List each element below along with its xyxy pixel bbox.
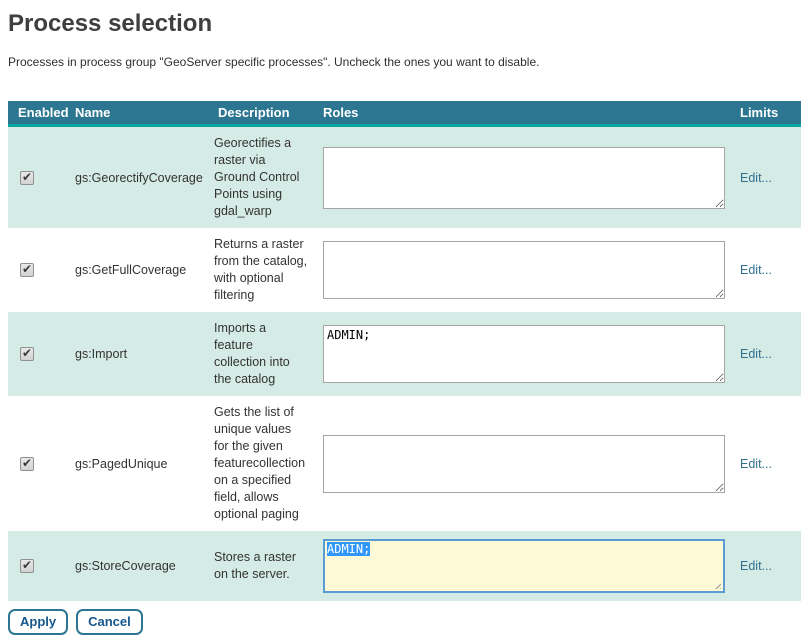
roles-cell [318,139,734,217]
process-description: Returns a raster from the catalog, with … [205,228,318,312]
selected-text: ADMIN; [327,542,370,556]
enabled-checkbox[interactable] [20,347,34,361]
page-title: Process selection [8,10,803,38]
roles-textarea[interactable] [323,435,725,493]
limits-edit-link[interactable]: Edit... [740,559,772,573]
table-row: gs:PagedUnique Gets the list of unique v… [8,396,801,531]
limits-edit-link[interactable]: Edit... [740,171,772,185]
roles-textarea-focused[interactable]: ADMIN; [323,539,725,593]
limits-edit-link[interactable]: Edit... [740,457,772,471]
roles-cell: ADMIN; [318,531,734,601]
process-name: gs:Import [66,347,205,361]
roles-textarea[interactable] [323,147,725,209]
process-name: gs:GeorectifyCoverage [66,171,205,185]
limits-cell: Edit... [734,171,801,185]
process-name: gs:StoreCoverage [66,559,205,573]
process-name: gs:GetFullCoverage [66,263,205,277]
limits-cell: Edit... [734,263,801,277]
roles-textarea[interactable] [323,241,725,299]
process-description: Stores a raster on the server. [205,541,318,591]
table-row: gs:GetFullCoverage Returns a raster from… [8,228,801,312]
roles-cell [318,233,734,307]
process-description: Imports a feature collection into the ca… [205,312,318,396]
table-header-row: Enabled Name Description Roles Limits [8,101,801,127]
page-subtitle: Processes in process group "GeoServer sp… [8,55,803,69]
enabled-checkbox[interactable] [20,457,34,471]
limits-cell: Edit... [734,457,801,471]
enabled-cell [8,347,66,362]
table-row: gs:GeorectifyCoverage Georectifies a ras… [8,127,801,228]
enabled-checkbox[interactable] [20,263,34,277]
table-row: gs:Import Imports a feature collection i… [8,312,801,396]
resize-grip-icon[interactable] [713,581,721,589]
apply-button[interactable]: Apply [8,609,68,635]
button-bar: Apply Cancel [8,609,803,635]
roles-cell: ADMIN; [318,317,734,391]
enabled-checkbox[interactable] [20,559,34,573]
table-row: gs:StoreCoverage Stores a raster on the … [8,531,801,601]
limits-edit-link[interactable]: Edit... [740,347,772,361]
process-table: Enabled Name Description Roles Limits gs… [8,101,801,601]
limits-edit-link[interactable]: Edit... [740,263,772,277]
roles-cell [318,427,734,501]
limits-cell: Edit... [734,347,801,361]
cancel-button[interactable]: Cancel [76,609,143,635]
process-description: Georectifies a raster via Ground Control… [205,127,318,228]
process-name: gs:PagedUnique [66,457,205,471]
header-limits: Limits [734,105,801,120]
enabled-cell [8,263,66,278]
roles-textarea[interactable]: ADMIN; [323,325,725,383]
enabled-cell [8,456,66,471]
header-enabled: Enabled [8,105,66,120]
header-name: Name [66,105,205,120]
process-description: Gets the list of unique values for the g… [205,396,318,531]
header-roles: Roles [318,105,734,120]
table-body: gs:GeorectifyCoverage Georectifies a ras… [8,127,801,601]
limits-cell: Edit... [734,559,801,573]
enabled-checkbox[interactable] [20,171,34,185]
enabled-cell [8,170,66,185]
enabled-cell [8,559,66,574]
header-description: Description [205,105,318,120]
